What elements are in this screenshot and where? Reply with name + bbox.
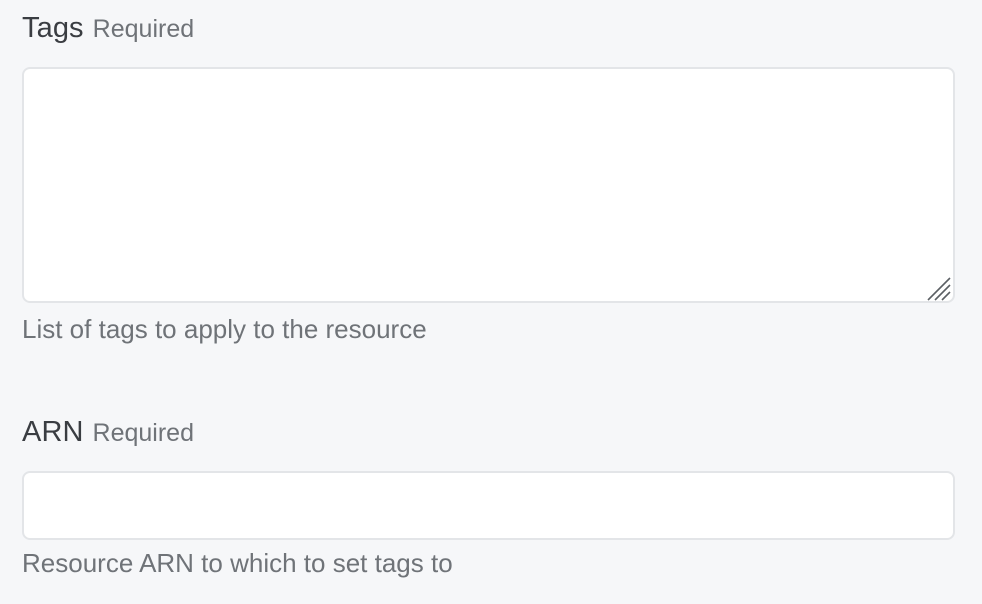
tags-textarea[interactable] [22, 67, 955, 303]
arn-help-text: Resource ARN to which to set tags to [22, 548, 453, 578]
resize-grip-icon[interactable] [926, 276, 952, 302]
tags-label: Tags [22, 12, 84, 44]
arn-field-label: ARN Required [22, 416, 194, 449]
arn-label: ARN [22, 416, 84, 448]
tags-field-label: Tags Required [22, 12, 194, 45]
tag-resource-form: Tags Required List of tags to apply to t… [0, 0, 982, 604]
tags-help-text: List of tags to apply to the resource [22, 314, 427, 344]
tags-required-indicator: Required [92, 15, 195, 43]
arn-required-indicator: Required [92, 419, 194, 447]
arn-input[interactable] [22, 471, 955, 540]
